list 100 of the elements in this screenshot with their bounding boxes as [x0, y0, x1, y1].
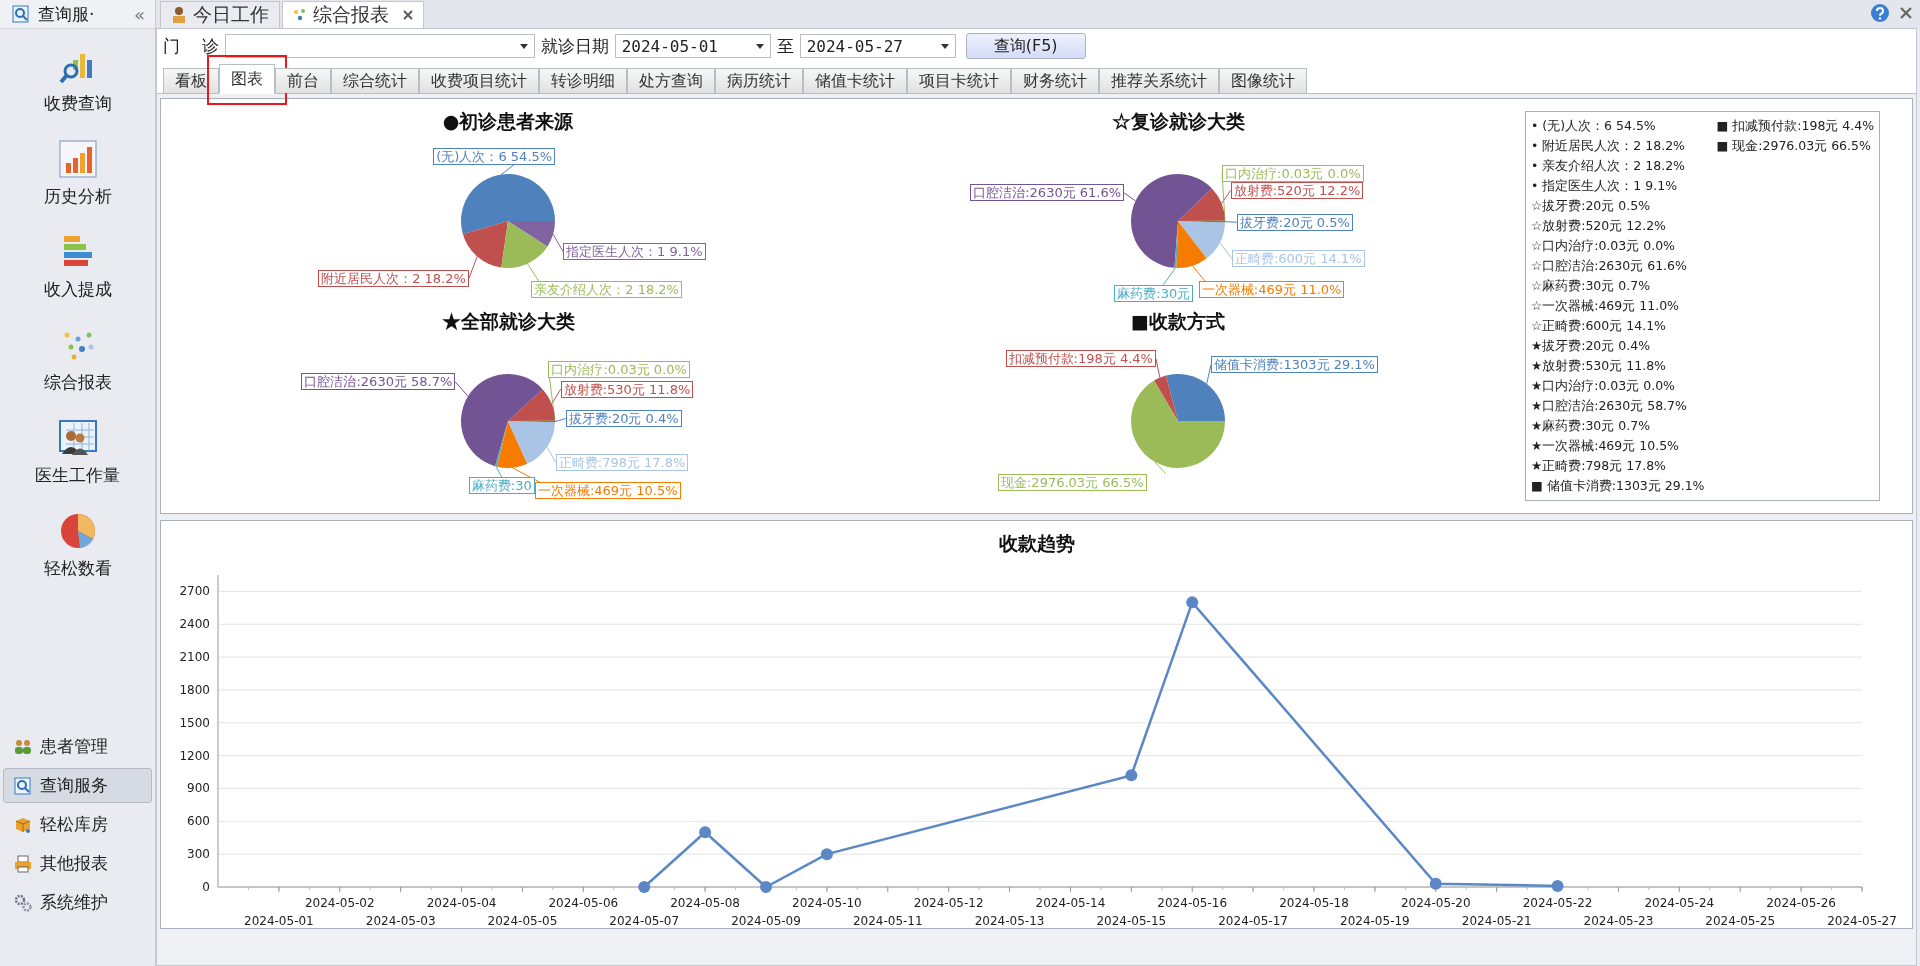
- chart-title: 收款趋势: [998, 531, 1075, 556]
- data-label: 亲友介绍人次：2 18.2%: [531, 281, 682, 298]
- sidebar-item[interactable]: 收费查询: [0, 46, 155, 122]
- leader-line: [1154, 461, 1167, 475]
- document-tab[interactable]: 今日工作: [160, 1, 280, 28]
- tab[interactable]: 图表: [219, 64, 275, 94]
- printer-icon: [14, 854, 32, 873]
- caret-icon: [940, 43, 949, 49]
- legend-item: ■ 现金:2976.03元 66.5%: [1716, 137, 1872, 155]
- close-icon[interactable]: [403, 10, 413, 20]
- data-point: [759, 881, 772, 893]
- date-from-field[interactable]: 2024-05-01: [614, 34, 771, 58]
- document-tab[interactable]: 综合报表: [282, 1, 424, 28]
- nav-item[interactable]: 患者管理: [3, 729, 152, 764]
- tab[interactable]: 处方查询: [627, 68, 715, 93]
- data-label: 一次器械:469元 11.0%: [1198, 281, 1345, 298]
- legend-item: ★拔牙费:20元 0.4%: [1531, 337, 1652, 355]
- legend-item: ★口内治疗:0.03元 0.0%: [1531, 377, 1676, 395]
- legend-item: ★正畸费:798元 17.8%: [1531, 457, 1667, 475]
- sidebar-item[interactable]: 医生工作量: [0, 418, 155, 494]
- axis-tick-label: 2024-05-12: [913, 896, 984, 910]
- data-point: [1551, 879, 1564, 892]
- legend-item: ■ 储值卡消费:1303元 29.1%: [1531, 477, 1705, 495]
- search-icon: [14, 776, 32, 795]
- date-to-field[interactable]: 2024-05-27: [799, 34, 956, 58]
- axis-tick-label: 2024-05-07: [608, 914, 679, 927]
- data-label: 附近居民人次：2 18.2%: [318, 269, 469, 287]
- data-label: 储值卡消费:1303元 29.1%: [1211, 356, 1378, 374]
- tab[interactable]: 图像统计: [1219, 68, 1307, 93]
- nav-item[interactable]: 轻松库房: [3, 807, 152, 842]
- axis-tick-label: 900: [186, 781, 210, 796]
- close-icon[interactable]: [1900, 7, 1912, 19]
- tab[interactable]: 推荐关系统计: [1099, 68, 1219, 93]
- leader-line: [1162, 267, 1176, 286]
- data-label: 放射费:530元 11.8%: [560, 380, 694, 398]
- date-label: 就诊日期: [540, 34, 609, 58]
- data-label: 一次器械:469元 10.5%: [534, 482, 681, 500]
- data-label: 口内治疗:0.03元 0.0%: [1222, 164, 1364, 182]
- tab[interactable]: 储值卡统计: [803, 68, 907, 93]
- legend-item: ☆口内治疗:0.03元 0.0%: [1531, 237, 1676, 255]
- sidebar-item[interactable]: 轻松数看: [0, 511, 155, 587]
- sidebar-item[interactable]: 历史分析: [0, 139, 155, 215]
- caret-icon: [755, 43, 764, 49]
- legend-item: • 指定医生人次：1 9.1%: [1531, 177, 1679, 195]
- legend-item: ★麻药费:30元 0.7%: [1531, 417, 1652, 435]
- tab[interactable]: 收费项目统计: [419, 68, 539, 93]
- axis-tick-label: 600: [186, 814, 210, 829]
- tab[interactable]: 前台: [275, 68, 331, 93]
- people-icon: [14, 738, 32, 755]
- axis-tick-label: 300: [186, 847, 210, 862]
- leader-line: [527, 263, 540, 282]
- chart-title: ☆复诊就诊大类: [1111, 109, 1245, 134]
- nav-item[interactable]: 查询服务: [3, 768, 152, 803]
- query-button[interactable]: 查询(F5): [965, 33, 1086, 59]
- data-label: 现金:2976.03元 66.5%: [998, 473, 1147, 491]
- data-point: [637, 881, 650, 893]
- data-label: 正畸费:798元 17.8%: [555, 454, 689, 472]
- nav-item[interactable]: 其他报表: [3, 846, 152, 881]
- axis-tick-label: 2024-05-17: [1217, 914, 1288, 927]
- leader-line: [552, 233, 564, 253]
- data-point: [820, 848, 833, 861]
- tab[interactable]: 转诊明细: [539, 68, 627, 93]
- axis-tick-label: 2024-05-04: [426, 896, 496, 910]
- legend-item: ☆一次器械:469元 11.0%: [1531, 297, 1680, 315]
- axis-tick-label: 2024-05-11: [852, 914, 923, 927]
- help-icon[interactable]: [1870, 3, 1890, 23]
- axis-tick-label: 2024-05-14: [1035, 896, 1105, 910]
- axis-tick-label: 2024-05-16: [1156, 896, 1227, 910]
- tab[interactable]: 综合统计: [331, 68, 419, 93]
- collapse-button[interactable]: «: [134, 3, 145, 25]
- nav-item[interactable]: 系统维护: [3, 885, 152, 920]
- tab[interactable]: 项目卡统计: [907, 68, 1011, 93]
- data-label: 麻药费:30元: [1114, 284, 1194, 302]
- tab[interactable]: 财务统计: [1011, 68, 1099, 93]
- axis-tick-label: 2024-05-01: [243, 914, 314, 927]
- bar-chart-icon: [57, 139, 98, 179]
- axis-tick-label: 2024-05-26: [1765, 896, 1836, 910]
- axis-tick-label: 2024-05-21: [1461, 914, 1532, 927]
- legend-item: ☆拔牙费:20元 0.5%: [1531, 197, 1652, 215]
- sidebar-item[interactable]: 收入提成: [0, 232, 155, 308]
- legend-item: ☆放射费:520元 12.2%: [1531, 217, 1667, 235]
- axis-tick-label: 2100: [178, 650, 210, 665]
- chart-title: ■收款方式: [1131, 309, 1225, 334]
- axis-tick-label: 2024-05-10: [791, 896, 862, 910]
- axis-tick-label: 2024-05-27: [1826, 914, 1897, 927]
- leader-line: [500, 164, 515, 175]
- leader-line: [511, 467, 541, 483]
- leader-line: [1155, 358, 1161, 379]
- sidebar-item[interactable]: 综合报表: [0, 325, 155, 401]
- people-grid-icon: [57, 418, 98, 458]
- axis-tick-label: 1200: [178, 748, 210, 763]
- axis-tick-label: 2024-05-24: [1643, 896, 1714, 910]
- axis-tick-label: 2024-05-18: [1278, 896, 1349, 910]
- clinic-label: 门 诊: [163, 34, 219, 58]
- data-label: 扣减预付款:198元 4.4%: [1005, 349, 1156, 367]
- tab[interactable]: 病历统计: [715, 68, 803, 93]
- axis-tick-label: 2024-05-08: [669, 896, 740, 910]
- axis-tick-label: 2024-05-13: [974, 914, 1044, 927]
- tab[interactable]: 看板: [163, 68, 219, 93]
- data-label: 指定医生人次：1 9.1%: [563, 243, 706, 261]
